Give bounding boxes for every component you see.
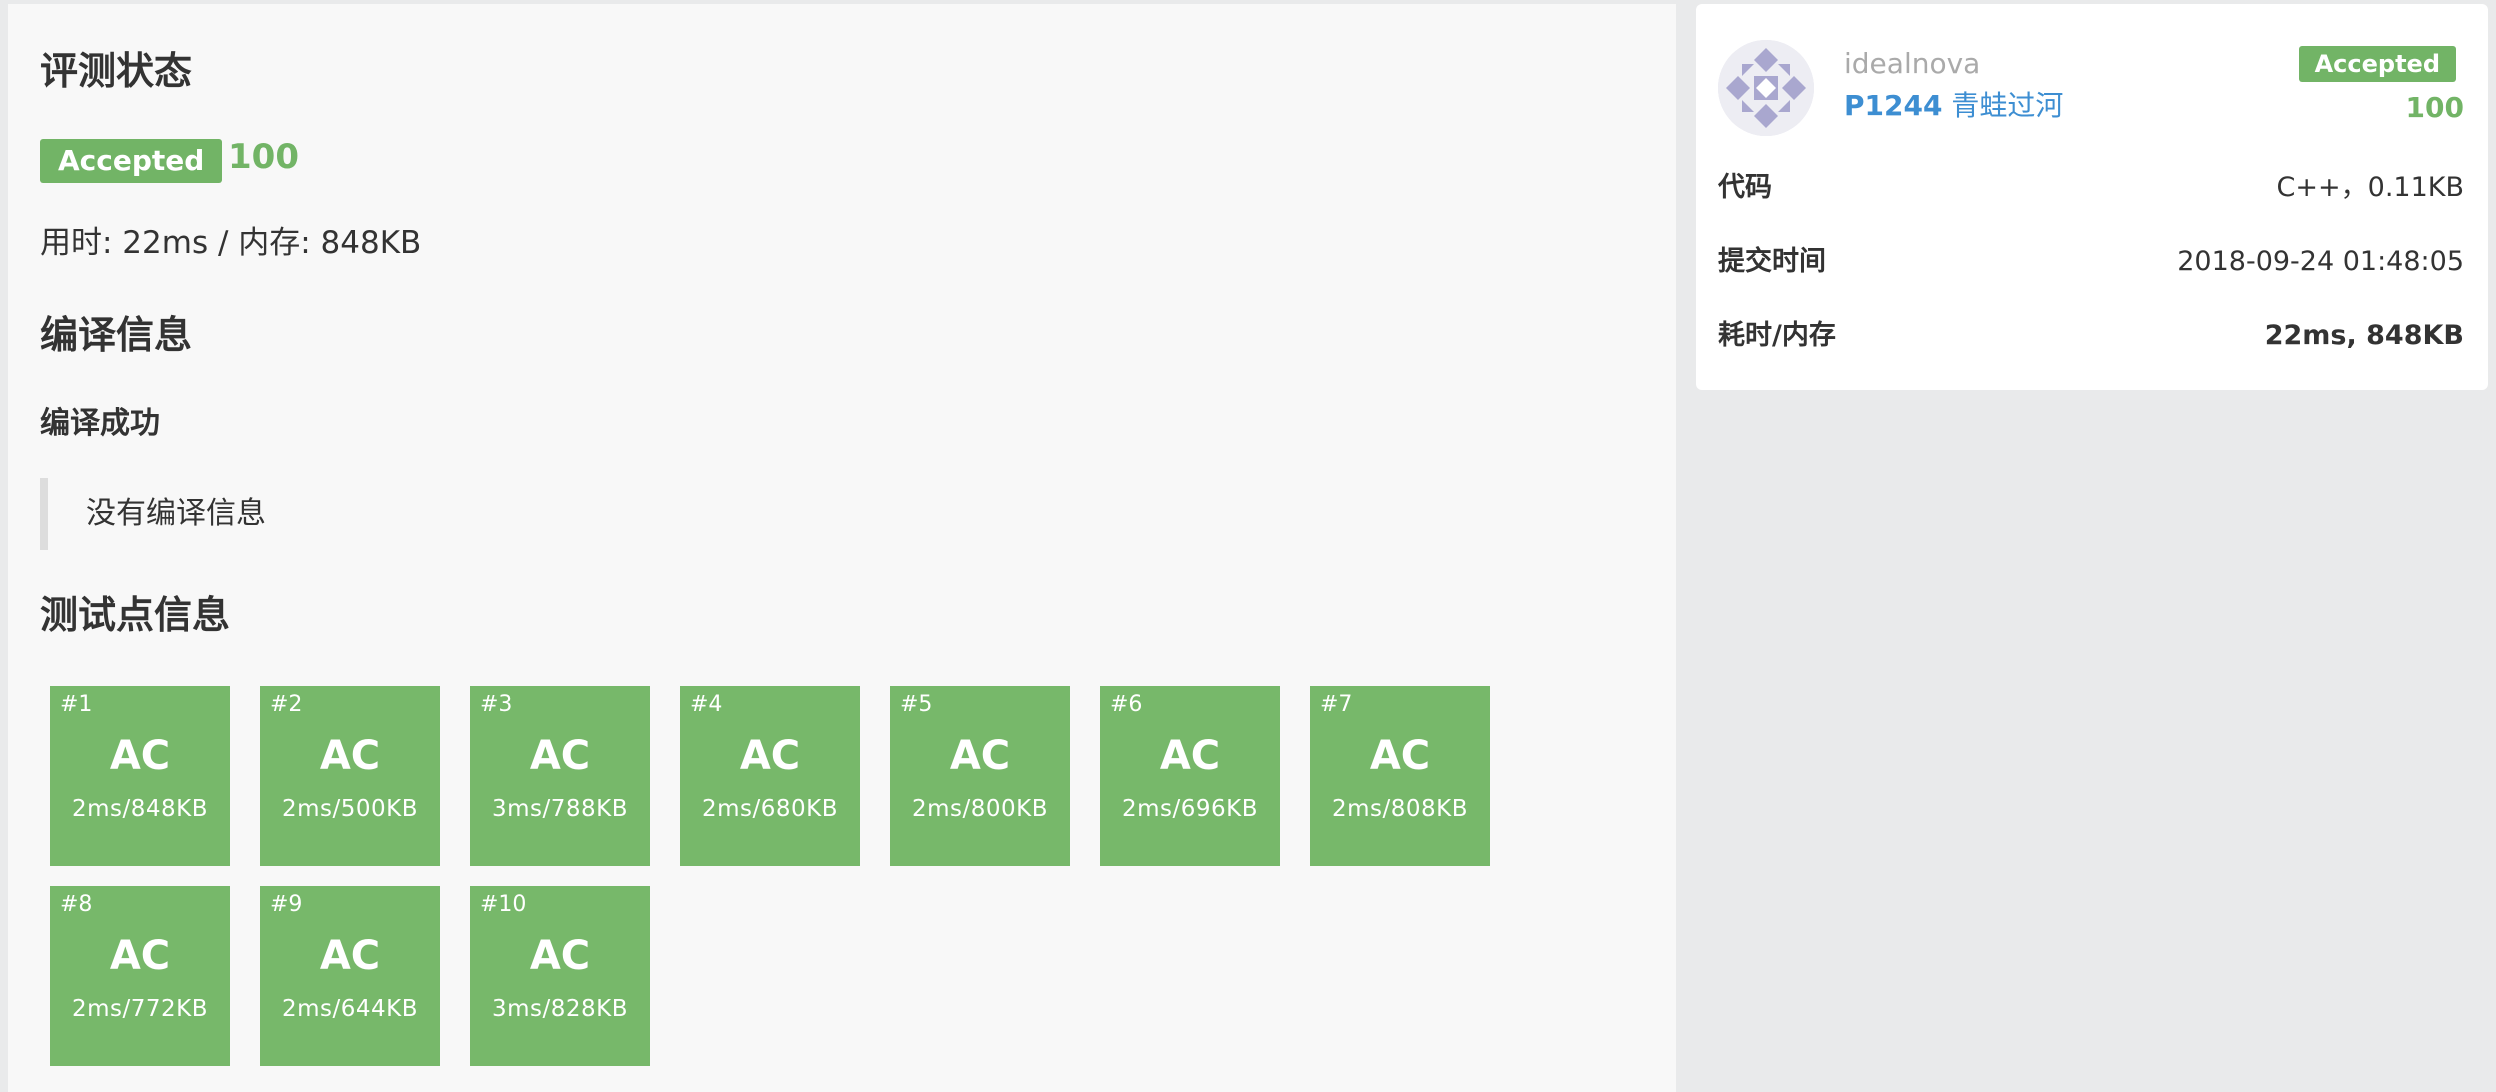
status-badge: Accepted bbox=[2298, 46, 2456, 82]
testcase-usage: 2ms/772KB bbox=[71, 996, 209, 1022]
problem-title: 青蛙过河 bbox=[1951, 89, 2064, 122]
testcase-id: #3 bbox=[480, 692, 513, 717]
info-row-code: 代码 C++，0.11KB bbox=[1718, 170, 2464, 206]
compile-result: 编译成功 bbox=[40, 406, 160, 441]
testcase-id: #10 bbox=[480, 892, 527, 917]
info-row-submit-time: 提交时间 2018-09-24 01:48:05 bbox=[1718, 244, 2464, 280]
info-row-time-memory: 耗时/内存 22ms, 848KB bbox=[1718, 318, 2464, 354]
testcase-tile[interactable]: #8 AC 2ms/772KB bbox=[50, 886, 230, 1066]
testcase-id: #4 bbox=[690, 692, 723, 717]
info-value: C++，0.11KB bbox=[2276, 172, 2464, 203]
info-label: 提交时间 bbox=[1718, 246, 1826, 277]
testcase-usage: 2ms/696KB bbox=[1121, 796, 1259, 822]
testcase-tile[interactable]: #9 AC 2ms/644KB bbox=[260, 886, 440, 1066]
compile-heading: 编译信息 bbox=[40, 313, 193, 357]
testcase-tile[interactable]: #6 AC 2ms/696KB bbox=[1100, 686, 1280, 866]
testcase-status: AC bbox=[1159, 733, 1221, 779]
testcase-tile[interactable]: #4 AC 2ms/680KB bbox=[680, 686, 860, 866]
testcase-status: AC bbox=[1369, 733, 1431, 779]
testcase-id: #2 bbox=[270, 692, 303, 717]
submission-main-panel: 评测状态 Accepted 100 用时: 22ms / 内存: 848KB 编… bbox=[8, 4, 1676, 1092]
testcase-usage: 2ms/644KB bbox=[281, 996, 419, 1022]
testcase-id: #1 bbox=[60, 692, 93, 717]
testcase-usage: 2ms/848KB bbox=[71, 796, 209, 822]
avatar[interactable] bbox=[1718, 40, 1814, 136]
username-link[interactable]: idealnova bbox=[1844, 50, 1980, 78]
info-label: 代码 bbox=[1718, 172, 1772, 203]
usage-summary: 用时: 22ms / 内存: 848KB bbox=[40, 225, 422, 261]
testcase-usage: 2ms/808KB bbox=[1331, 796, 1469, 822]
identicon-icon bbox=[1718, 40, 1814, 136]
testcase-id: #5 bbox=[900, 692, 933, 717]
testcase-id: #7 bbox=[1320, 692, 1353, 717]
testcase-id: #6 bbox=[1110, 692, 1143, 717]
compile-message: 没有编译信息 bbox=[40, 478, 266, 550]
testcase-usage: 3ms/828KB bbox=[491, 996, 629, 1022]
testcase-status: AC bbox=[319, 933, 381, 979]
testcase-heading: 测试点信息 bbox=[40, 593, 231, 637]
testcase-id: #8 bbox=[60, 892, 93, 917]
submission-summary-card: idealnova P1244 青蛙过河 Accepted 100 代码 C++… bbox=[1696, 4, 2488, 390]
testcase-usage: 2ms/680KB bbox=[701, 796, 839, 822]
testcase-tile[interactable]: #2 AC 2ms/500KB bbox=[260, 686, 440, 866]
info-value: 22ms, 848KB bbox=[2264, 320, 2464, 351]
testcase-status: AC bbox=[109, 733, 171, 779]
testcase-usage: 2ms/800KB bbox=[911, 796, 1049, 822]
testcase-status: AC bbox=[319, 733, 381, 779]
testcase-tile[interactable]: #5 AC 2ms/800KB bbox=[890, 686, 1070, 866]
testcase-id: #9 bbox=[270, 892, 303, 917]
problem-link[interactable]: P1244 青蛙过河 bbox=[1844, 92, 2063, 120]
testcase-status: AC bbox=[949, 733, 1011, 779]
testcase-usage: 3ms/788KB bbox=[491, 796, 629, 822]
testcase-status: AC bbox=[529, 933, 591, 979]
problem-id: P1244 bbox=[1844, 89, 1943, 122]
testcase-status: AC bbox=[529, 733, 591, 779]
testcase-tile[interactable]: #7 AC 2ms/808KB bbox=[1310, 686, 1490, 866]
testcase-usage: 2ms/500KB bbox=[281, 796, 419, 822]
status-badge: Accepted bbox=[40, 139, 223, 183]
testcase-status: AC bbox=[109, 933, 171, 979]
score-value: 100 bbox=[2405, 91, 2464, 124]
info-label: 耗时/内存 bbox=[1718, 320, 1836, 351]
testcase-tile[interactable]: #1 AC 2ms/848KB bbox=[50, 686, 230, 866]
testcase-status: AC bbox=[739, 733, 801, 779]
testcase-tile[interactable]: #10 AC 3ms/828KB bbox=[470, 886, 650, 1066]
score-value: 100 bbox=[228, 137, 299, 177]
info-value: 2018-09-24 01:48:05 bbox=[2177, 246, 2464, 277]
testcase-tile[interactable]: #3 AC 3ms/788KB bbox=[470, 686, 650, 866]
status-heading: 评测状态 bbox=[40, 49, 193, 93]
